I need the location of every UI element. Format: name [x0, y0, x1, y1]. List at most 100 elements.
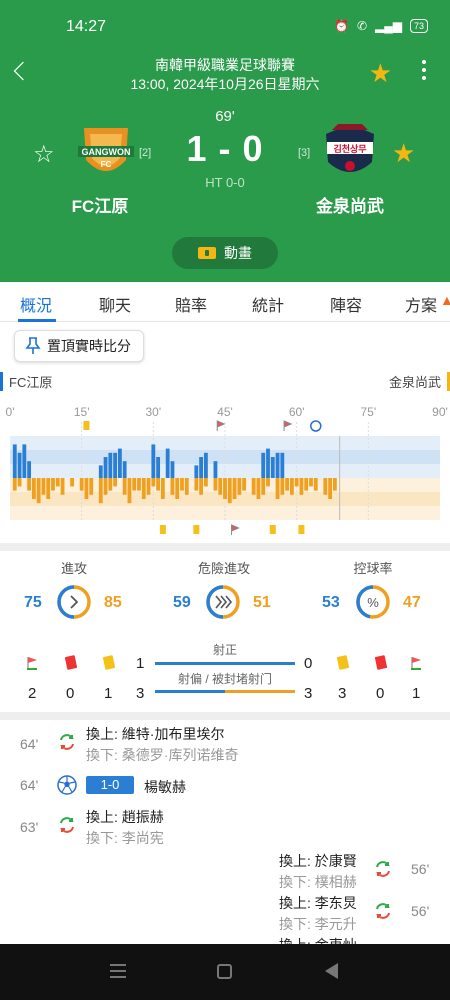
- status-time: 14:27: [66, 18, 107, 35]
- away-pressure-bar: [299, 478, 304, 495]
- sub-in-player[interactable]: 換上: 李东炅: [279, 893, 357, 913]
- favorite-match-star-icon[interactable]: ★: [369, 58, 392, 89]
- pin-live-score-button[interactable]: 置頂實時比分: [14, 330, 144, 362]
- away-team-name[interactable]: 金泉尚武: [290, 192, 410, 217]
- home-pressure-bar: [103, 457, 108, 478]
- substitution-icon: [376, 861, 390, 877]
- more-menu-icon[interactable]: [422, 60, 426, 84]
- away-pressure-bar: [151, 478, 156, 487]
- signal-icon: ▂▄▆: [375, 19, 402, 33]
- tab-overview[interactable]: 概況: [20, 292, 52, 316]
- favorite-away-star-icon[interactable]: ★: [392, 138, 415, 169]
- halftime-score: HT 0-0: [205, 175, 245, 190]
- sub-in-player[interactable]: 換上: 於康賢: [279, 851, 357, 871]
- away-pressure-bar: [199, 478, 204, 495]
- tab-odds[interactable]: 賠率: [175, 292, 207, 316]
- home-yellow-card-marker: [83, 421, 90, 430]
- away-pressure-bar: [184, 478, 189, 495]
- dangerous-away: 51: [253, 594, 271, 611]
- goal-scorer[interactable]: 楊敏赫: [144, 777, 186, 797]
- sub-in-player[interactable]: 換上: 趙振赫: [86, 807, 164, 827]
- sub-out-player[interactable]: 換下: 樸相赫: [279, 872, 357, 892]
- away-pressure-bar: [17, 478, 22, 487]
- substitution-icon: [376, 903, 390, 919]
- away-pressure-bar: [70, 478, 75, 487]
- possession-home: 53: [322, 594, 340, 611]
- goal-score-badge: 1-0: [86, 776, 134, 794]
- away-pressure-bar: [323, 478, 328, 495]
- away-yellow-cards: 3: [338, 685, 347, 702]
- home-icon[interactable]: [217, 964, 232, 979]
- home-corner-flag-icon: [27, 657, 37, 670]
- home-pressure-bar: [117, 448, 122, 478]
- animation-label: 動畫: [224, 245, 252, 261]
- away-pressure-bar: [146, 478, 151, 495]
- away-yellow-card-marker: [193, 525, 200, 534]
- home-red-cards: 0: [66, 685, 75, 702]
- away-pressure-bar: [160, 478, 165, 499]
- dangerous-ring: [206, 585, 240, 619]
- status-bar: 14:27 ⏰ ✆ ▂▄▆ 73: [0, 0, 450, 48]
- x-tick-label: 60': [289, 405, 305, 419]
- dangerous-home: 59: [173, 594, 191, 611]
- home-pressure-bar: [275, 452, 280, 478]
- away-pressure-bar: [12, 478, 17, 491]
- event-minute: 64': [20, 777, 39, 793]
- alarm-icon: ⏰: [334, 19, 349, 33]
- tab-lineup[interactable]: 陣容: [330, 292, 362, 316]
- divider: [0, 712, 450, 720]
- away-pressure-bar: [137, 478, 141, 491]
- away-pressure-bar: [309, 478, 313, 487]
- away-pressure-bar: [89, 478, 94, 495]
- away-pressure-bar: [266, 478, 270, 487]
- sub-out-player[interactable]: 換下: 李尚宪: [86, 828, 164, 848]
- away-shots-off: 3: [304, 685, 313, 702]
- away-pressure-bar: [132, 478, 137, 491]
- match-header: 14:27 ⏰ ✆ ▂▄▆ 73 南韓甲級職業足球聯賽 13:00, 2024年…: [0, 0, 450, 282]
- animation-button[interactable]: 動畫: [172, 237, 278, 269]
- tab-chat[interactable]: 聊天: [99, 292, 131, 316]
- away-logo-text: 김천상무: [333, 143, 366, 155]
- pin-icon: [25, 337, 41, 354]
- divider: [0, 543, 450, 551]
- tab-plans[interactable]: 方案: [405, 292, 437, 316]
- event-minute: 63': [20, 819, 39, 835]
- shots-on-label: 射正: [212, 643, 237, 657]
- home-pressure-bar: [170, 461, 175, 478]
- pressure-chart: 0' 15' 30' 45' 60' 75' 90': [0, 398, 450, 543]
- away-pressure-bar: [213, 478, 218, 491]
- match-minute: 69': [215, 108, 235, 125]
- home-pressure-bar: [108, 452, 113, 478]
- goal-ball-icon: [57, 775, 77, 795]
- away-pressure-bar: [237, 478, 242, 495]
- home-yellow-cards: 1: [104, 685, 113, 702]
- x-tick-label: 90': [432, 405, 448, 419]
- home-team-name[interactable]: FC江原: [40, 192, 160, 217]
- home-corner-marker: [283, 420, 293, 431]
- away-pressure-bar: [194, 478, 199, 491]
- recent-apps-icon[interactable]: [110, 964, 126, 978]
- battery-icon: 73: [409, 19, 428, 33]
- back-nav-icon[interactable]: [325, 963, 338, 979]
- away-pressure-bar: [51, 478, 55, 491]
- away-pressure-bar: [280, 478, 285, 495]
- pin-label: 置頂實時比分: [47, 338, 131, 354]
- sub-in-player[interactable]: 換上: 維特·加布里埃尔: [86, 724, 224, 744]
- animation-icon: [198, 247, 216, 259]
- home-pressure-bar: [199, 457, 204, 478]
- away-red-card-icon: [374, 655, 388, 670]
- sub-out-player[interactable]: 換下: 桑德罗·库列诺维奇: [86, 745, 238, 765]
- away-pressure-bar: [156, 478, 161, 491]
- away-corner-flag-icon: [411, 657, 421, 670]
- away-pressure-bar: [289, 478, 294, 495]
- event-minute: 64': [20, 736, 39, 752]
- away-yellow-card-marker: [298, 525, 305, 534]
- tab-stats[interactable]: 統計: [252, 292, 284, 316]
- sub-out-player[interactable]: 換下: 李元升: [279, 914, 357, 934]
- home-pressure-bar: [280, 452, 285, 478]
- tab-bar: 概況 聊天 賠率 統計 陣容 方案 ▲: [0, 282, 450, 322]
- away-team-logo[interactable]: 김천상무: [318, 120, 382, 184]
- away-pressure-bar: [227, 478, 232, 504]
- active-tab-indicator: [18, 319, 56, 322]
- away-pressure-bar: [223, 478, 227, 499]
